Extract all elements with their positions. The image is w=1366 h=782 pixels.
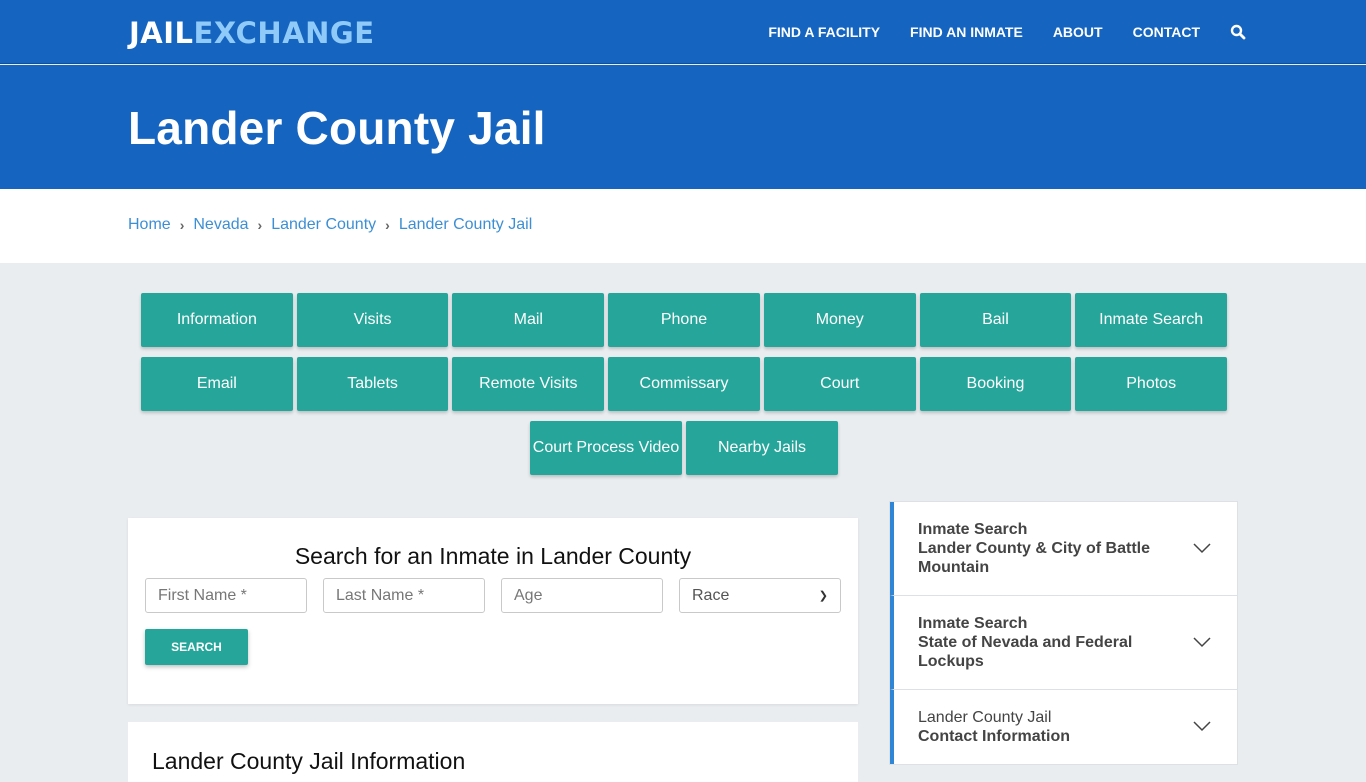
inmate-search-card: Search for an Inmate in Lander County Ra… [128,518,858,704]
topic-nearby-jails[interactable]: Nearby Jails [686,421,838,475]
breadcrumb-state[interactable]: Nevada [193,216,248,234]
accordion-state-inmate-search[interactable]: Inmate Search State of Nevada and Federa… [890,596,1237,690]
topic-inmate-search[interactable]: Inmate Search [1075,293,1228,347]
topic-court[interactable]: Court [763,357,916,411]
nav-find-inmate[interactable]: FIND AN INMATE [910,24,1023,40]
nav-contact[interactable]: CONTACT [1133,24,1200,40]
topic-remote-visits[interactable]: Remote Visits [452,357,605,411]
topic-booking[interactable]: Booking [919,357,1072,411]
topic-photos[interactable]: Photos [1075,357,1228,411]
hero-banner: Lander County Jail [0,65,1366,189]
nav-find-facility[interactable]: FIND A FACILITY [768,24,880,40]
chevron-right-icon: › [257,217,263,233]
accordion-sublabel: Lander County & City of Battle Mountain [918,540,1151,576]
topic-court-process-video[interactable]: Court Process Video [530,421,682,475]
logo-exchange: EXCHANGE [193,16,375,50]
topic-phone[interactable]: Phone [608,293,760,347]
race-select[interactable]: Race ❯ [679,578,841,613]
race-select-value: Race [692,586,730,604]
age-input[interactable] [501,578,663,613]
page-title: Lander County Jail [128,102,546,154]
topic-visits[interactable]: Visits [296,293,449,347]
topic-information[interactable]: Information [140,293,293,347]
chevron-down-icon [1193,721,1211,732]
search-title: Search for an Inmate in Lander County [294,543,692,569]
breadcrumb-county[interactable]: Lander County [271,216,376,234]
site-logo[interactable]: JAILEXCHANGE [129,16,375,50]
topic-buttons: Information Visits Mail Phone Money Bail… [139,293,1229,485]
accordion-contact-information[interactable]: Lander County Jail Contact Information [890,690,1237,764]
logo-jail: JAIL [129,16,194,50]
first-name-input[interactable] [145,578,307,613]
search-button[interactable]: SEARCH [145,629,248,665]
accordion-county-inmate-search[interactable]: Inmate Search Lander County & City of Ba… [890,502,1237,596]
breadcrumb-facility[interactable]: Lander County Jail [399,216,532,234]
chevron-down-icon [1193,636,1211,647]
last-name-input[interactable] [323,578,485,613]
topic-commissary[interactable]: Commissary [608,357,760,411]
search-icon[interactable] [1230,24,1246,40]
accordion-label: Lander County Jail [918,709,1052,726]
info-title: Lander County Jail Information [152,748,466,774]
main-nav: FIND A FACILITY FIND AN INMATE ABOUT CON… [738,0,1246,64]
jail-info-card: Lander County Jail Information [128,722,858,782]
topic-money[interactable]: Money [763,293,916,347]
topic-bail[interactable]: Bail [919,293,1072,347]
nav-about[interactable]: ABOUT [1053,24,1103,40]
sidebar-accordion: Inmate Search Lander County & City of Ba… [889,501,1238,765]
chevron-down-icon: ❯ [818,590,828,602]
accordion-sublabel: Contact Information [918,728,1070,745]
top-navbar: JAILEXCHANGE FIND A FACILITY FIND AN INM… [0,0,1366,64]
accordion-sublabel: State of Nevada and Federal Lockups [918,634,1133,670]
accordion-label: Inmate Search [918,615,1028,632]
chevron-right-icon: › [385,217,390,233]
topic-tablets[interactable]: Tablets [296,357,449,411]
chevron-right-icon: › [179,217,185,233]
topic-mail[interactable]: Mail [452,293,605,347]
breadcrumb: Home › Nevada › Lander County › Lander C… [0,189,1366,263]
accordion-label: Inmate Search [918,521,1028,538]
chevron-down-icon [1193,542,1211,553]
breadcrumb-home[interactable]: Home [128,216,171,234]
topic-email[interactable]: Email [140,357,293,411]
